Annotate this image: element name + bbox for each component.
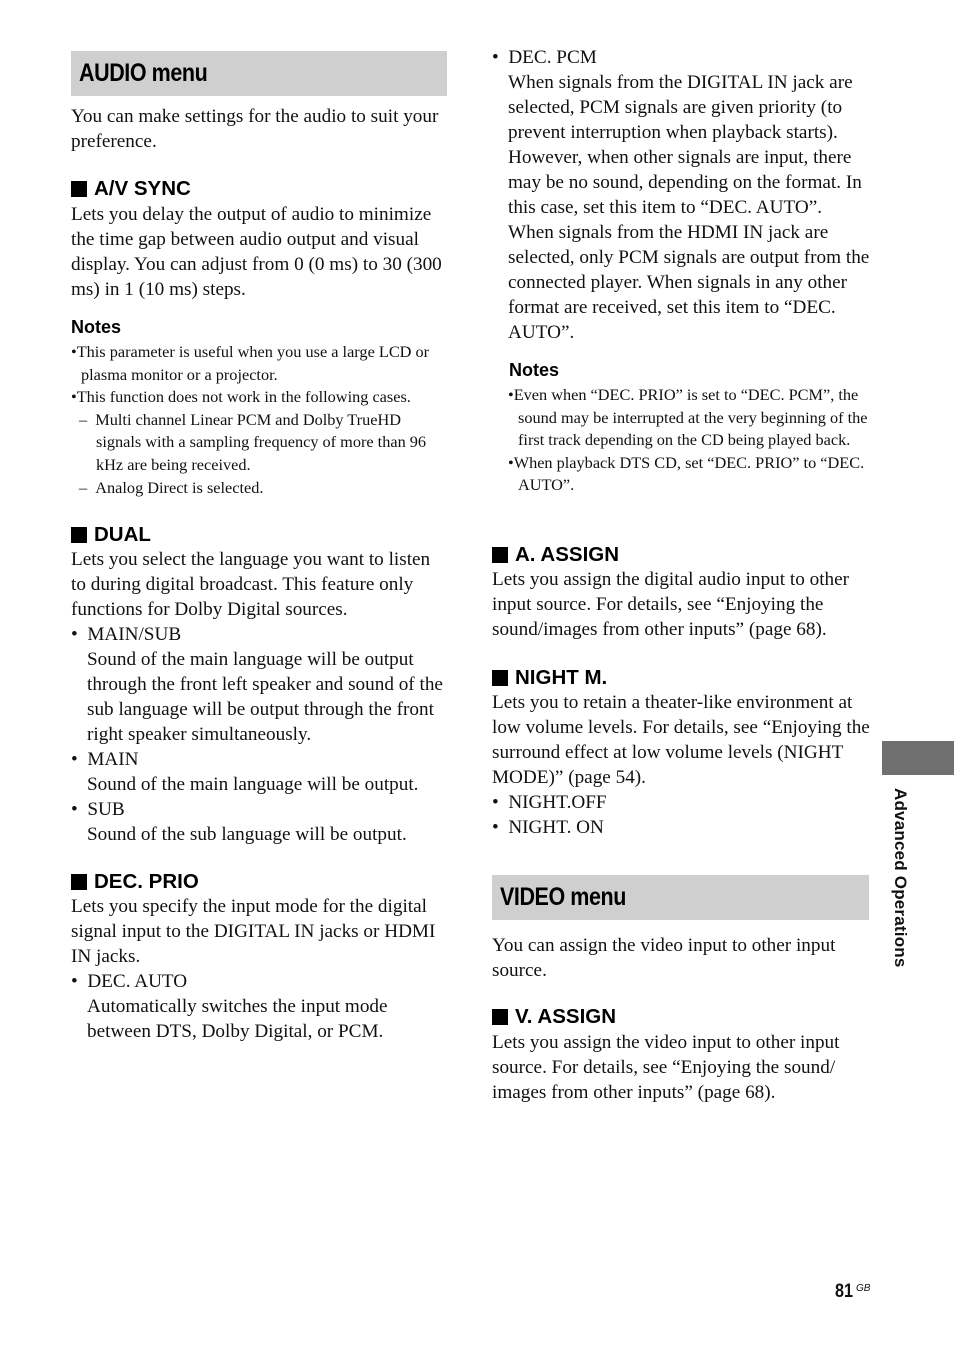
page-number-suffix: GB xyxy=(856,1283,871,1294)
v-assign-body: Lets you assign the video input to other… xyxy=(492,1032,840,1103)
page-number: 81 xyxy=(835,1281,853,1302)
dec-prio-section: Lets you specify the input mode for the … xyxy=(71,894,447,1044)
square-bullet-icon xyxy=(492,547,508,563)
av-sync-body: Lets you delay the output of audio to mi… xyxy=(71,204,442,300)
option-desc: Automatically switches the input mode be… xyxy=(87,996,388,1042)
dec-prio-body: Lets you specify the input mode for the … xyxy=(71,896,436,967)
square-bullet-icon xyxy=(492,670,508,686)
video-menu-banner: VIDEO menu xyxy=(492,875,869,920)
option-label: • NIGHT. ON xyxy=(492,817,604,838)
option-label: • SUB xyxy=(71,799,125,820)
option-label: • NIGHT.OFF xyxy=(492,792,607,813)
section-side-label: Advanced Operations xyxy=(891,788,910,968)
note-subitem: – Analog Direct is selected. xyxy=(79,477,264,497)
dec-prio-heading-text: DEC. PRIO xyxy=(94,870,199,893)
note-item: •This function does not work in the foll… xyxy=(71,387,411,407)
note-subitem: – Multi channel Linear PCM and Dolby Tru… xyxy=(79,409,427,474)
av-sync-notes: •This parameter is useful when you use a… xyxy=(71,341,449,499)
option-label: • MAIN/SUB xyxy=(71,624,182,645)
av-sync-heading: A/V SYNC xyxy=(71,177,191,201)
dec-prio-heading: DEC. PRIO xyxy=(71,870,199,894)
option-desc: When signals from the DIGITAL IN jack ar… xyxy=(508,72,870,343)
night-m-heading: NIGHT M. xyxy=(492,666,607,690)
audio-menu-title: AUDIO menu xyxy=(79,59,208,87)
square-bullet-icon xyxy=(71,874,87,890)
a-assign-heading: A. ASSIGN xyxy=(492,543,619,567)
video-menu-title: VIDEO menu xyxy=(500,883,626,911)
dec-pcm-section: • DEC. PCM When signals from the DIGITAL… xyxy=(492,45,870,345)
audio-menu-intro: You can make settings for the audio to s… xyxy=(71,106,439,152)
av-sync-notes-heading: Notes xyxy=(71,317,122,337)
v-assign-heading-text: V. ASSIGN xyxy=(515,1005,617,1028)
option-desc: Sound of the main language will be outpu… xyxy=(87,649,443,745)
night-m-section: Lets you to retain a theater-like enviro… xyxy=(492,690,870,840)
night-m-body: Lets you to retain a theater-like enviro… xyxy=(492,692,870,788)
option-desc: Sound of the sub language will be output… xyxy=(87,824,407,845)
square-bullet-icon xyxy=(492,1009,508,1025)
dec-prio-notes: •Even when “DEC. PRIO” is set to “DEC. P… xyxy=(508,384,870,497)
note-item: •Even when “DEC. PRIO” is set to “DEC. P… xyxy=(508,385,868,450)
option-desc: Sound of the main language will be outpu… xyxy=(87,774,419,795)
dual-heading-text: DUAL xyxy=(94,523,151,546)
video-menu-intro: You can assign the video input to other … xyxy=(492,935,836,981)
av-sync-heading-text: A/V SYNC xyxy=(94,177,191,200)
square-bullet-icon xyxy=(71,181,87,197)
square-bullet-icon xyxy=(71,527,87,543)
note-item: •This parameter is useful when you use a… xyxy=(71,342,430,384)
a-assign-heading-text: A. ASSIGN xyxy=(515,543,620,566)
note-item: •When playback DTS CD, set “DEC. PRIO” t… xyxy=(508,452,865,495)
option-label: • DEC. AUTO xyxy=(71,971,188,992)
option-label: • MAIN xyxy=(71,749,139,770)
dual-heading: DUAL xyxy=(71,523,151,547)
audio-menu-banner: AUDIO menu xyxy=(71,51,447,96)
dual-section: Lets you select the language you want to… xyxy=(71,547,447,847)
dec-prio-notes-heading: Notes xyxy=(509,360,560,380)
a-assign-body: Lets you assign the digital audio input … xyxy=(492,569,850,640)
option-label: • DEC. PCM xyxy=(492,47,597,68)
section-tab-marker xyxy=(882,741,954,775)
v-assign-heading: V. ASSIGN xyxy=(492,1005,616,1029)
dual-body: Lets you select the language you want to… xyxy=(71,549,431,620)
night-m-heading-text: NIGHT M. xyxy=(515,666,608,689)
